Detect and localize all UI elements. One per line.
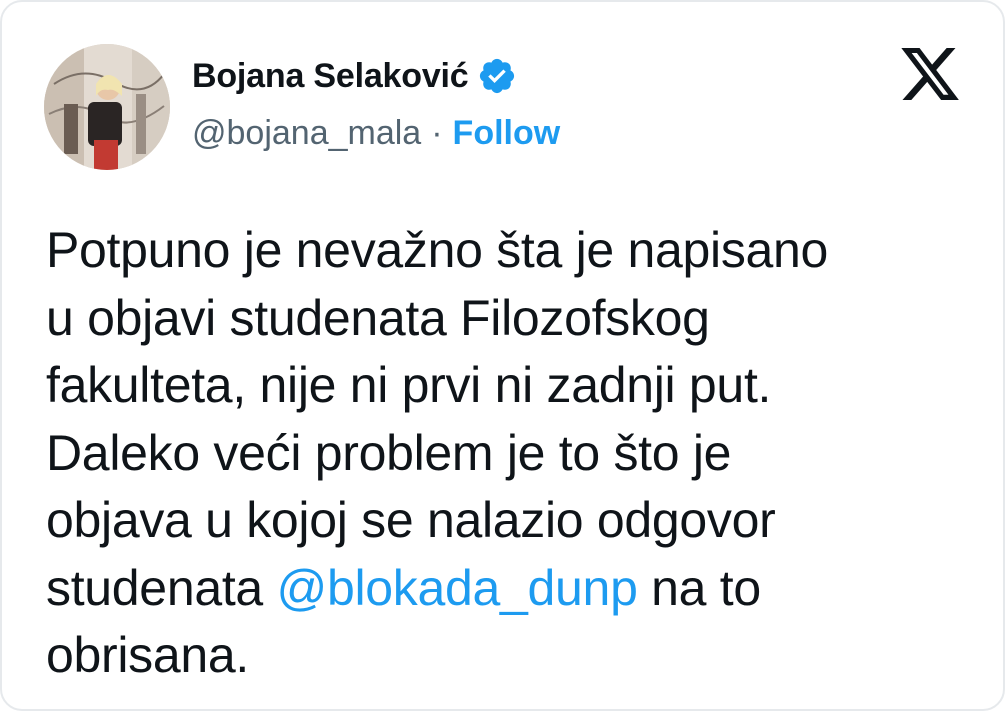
verified-badge-icon [477, 56, 517, 96]
tweet-line: Potpuno je nevažno šta je napisano [46, 222, 829, 278]
author-handle[interactable]: @bojana_mala [192, 114, 421, 153]
tweet-line: Daleko veći problem je to što je [46, 424, 732, 481]
follow-button[interactable]: Follow [453, 114, 561, 153]
author-name-row: Bojana Selaković [192, 54, 517, 98]
tweet-text-fragment: studenata [46, 559, 277, 616]
tweet-text: Potpuno je nevažno šta je napisano u obj… [46, 217, 976, 690]
tweet-line: fakulteta, nije ni prvi ni zadnji put. [46, 357, 772, 413]
avatar-photo [44, 44, 170, 170]
tweet-text-fragment: na to [637, 559, 761, 616]
author-handle-row: @bojana_mala · Follow [192, 111, 560, 155]
tweet-line: u objavi studenata Filozofskog [46, 289, 710, 346]
handle-separator: · [431, 113, 443, 152]
author-display-name[interactable]: Bojana Selaković [192, 57, 469, 96]
tweet-line: obrisana. [46, 627, 249, 683]
tweet-line-with-mention: studenata @blokada_dunp na to [46, 555, 976, 623]
tweet-line: objava u kojoj se nalazio odgovor [46, 492, 776, 548]
tweet-card: Bojana Selaković @bojana_mala · Follow P… [0, 0, 1005, 711]
x-logo-icon[interactable] [897, 42, 963, 106]
mention-link[interactable]: @blokada_dunp [277, 560, 638, 616]
avatar[interactable] [44, 44, 170, 170]
